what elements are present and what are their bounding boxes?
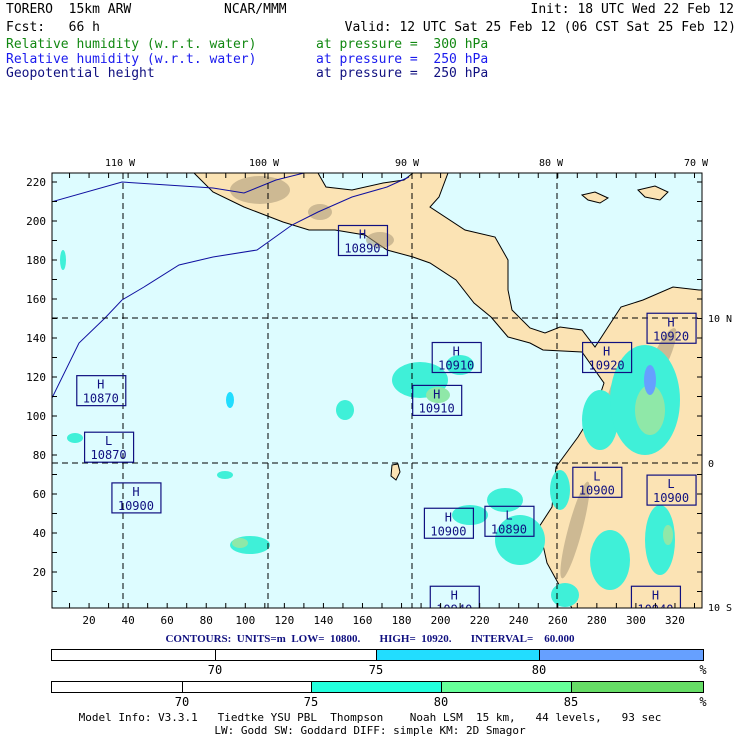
model-info-physics: LW: Godd SW: Goddard DIFF: simple KM: 2D… bbox=[214, 724, 526, 737]
map-plot: H10890H10910H10910H10870L10870H10900H109… bbox=[26, 158, 732, 627]
humidity-area bbox=[226, 392, 234, 408]
x-tick-label: 40 bbox=[121, 614, 134, 627]
center-type: H bbox=[451, 588, 458, 602]
colorbar-segment bbox=[51, 649, 216, 661]
colorbar-tick: 70 bbox=[174, 695, 190, 709]
humidity-area bbox=[644, 365, 656, 395]
x-tick-label: 320 bbox=[665, 614, 685, 627]
x-tick-label: 120 bbox=[274, 614, 294, 627]
x-tick-label: 260 bbox=[548, 614, 568, 627]
humidity-area bbox=[67, 433, 83, 443]
colorbar-tick: 75 bbox=[368, 663, 384, 677]
center-value: 10890 bbox=[491, 522, 527, 536]
longitude-label: 100 W bbox=[249, 158, 280, 169]
center-type: H bbox=[453, 345, 460, 359]
colorbar-tick: 70 bbox=[207, 663, 223, 677]
y-tick-label: 160 bbox=[26, 293, 46, 306]
latitude-label: 10 S bbox=[708, 603, 732, 614]
colorbar-segment bbox=[441, 681, 572, 693]
center-type: H bbox=[603, 345, 610, 359]
center-type: L bbox=[593, 469, 600, 483]
humidity-area bbox=[590, 530, 630, 590]
center-value: 10910 bbox=[438, 359, 474, 373]
center-type: H bbox=[97, 378, 104, 392]
y-tick-label: 40 bbox=[33, 527, 46, 540]
center-type: H bbox=[652, 588, 659, 602]
x-tick-label: 80 bbox=[200, 614, 213, 627]
y-tick-label: 200 bbox=[26, 215, 46, 228]
y-tick-label: 20 bbox=[33, 566, 46, 579]
latitude-label: 0 bbox=[708, 459, 714, 470]
center-value: 10920 bbox=[653, 329, 689, 343]
colorbar-segment bbox=[51, 681, 183, 693]
model-info: Model Info: V3.3.1 Tiedtke YSU PBL Thomp… bbox=[78, 711, 662, 724]
center-type: H bbox=[445, 510, 452, 524]
center-value: 10900 bbox=[653, 491, 689, 505]
weather-map-page: TORERO 15km ARW NCAR/MMM Init: 18 UTC We… bbox=[0, 0, 740, 740]
center-type: L bbox=[667, 477, 674, 491]
x-tick-label: 160 bbox=[353, 614, 373, 627]
longitude-label: 70 W bbox=[684, 158, 709, 169]
center-value: 10920 bbox=[589, 359, 625, 373]
colorbar-tick: 80 bbox=[433, 695, 449, 709]
humidity-area bbox=[663, 525, 673, 545]
y-tick-label: 220 bbox=[26, 176, 46, 189]
humidity-area bbox=[336, 400, 354, 420]
center-type: L bbox=[105, 434, 112, 448]
center-value: 10890 bbox=[344, 242, 380, 256]
colorbar-segment bbox=[539, 649, 704, 661]
humidity-area bbox=[60, 250, 66, 270]
y-tick-label: 140 bbox=[26, 332, 46, 345]
latitude-label: 10 N bbox=[708, 314, 732, 325]
center-value: 10900 bbox=[579, 483, 615, 497]
x-tick-label: 280 bbox=[587, 614, 607, 627]
x-tick-label: 180 bbox=[392, 614, 412, 627]
center-type: H bbox=[132, 485, 139, 499]
center-value: 10910 bbox=[419, 401, 455, 415]
center-type: H bbox=[667, 315, 674, 329]
colorbar-segment bbox=[215, 649, 377, 661]
colorbar-segment bbox=[311, 681, 442, 693]
colorbar-segment bbox=[376, 649, 540, 661]
humidity-area bbox=[232, 538, 248, 548]
y-tick-label: 180 bbox=[26, 254, 46, 267]
longitude-label: 90 W bbox=[395, 158, 420, 169]
colorbar-segment bbox=[182, 681, 312, 693]
center-type: H bbox=[359, 228, 366, 242]
colorbar-segment bbox=[571, 681, 704, 693]
longitude-label: 110 W bbox=[105, 158, 136, 169]
y-tick-label: 60 bbox=[33, 488, 46, 501]
colorbar-tick: 75 bbox=[303, 695, 319, 709]
y-tick-label: 80 bbox=[33, 449, 46, 462]
x-tick-label: 60 bbox=[161, 614, 174, 627]
center-value: 10900 bbox=[118, 499, 154, 513]
center-value: 10900 bbox=[430, 524, 466, 538]
colorbar-tick: 85 bbox=[563, 695, 579, 709]
center-type: H bbox=[433, 387, 440, 401]
colorbar-unit: % bbox=[699, 695, 707, 709]
colorbar-unit: % bbox=[699, 663, 707, 677]
humidity-area bbox=[551, 583, 579, 607]
y-tick-label: 120 bbox=[26, 371, 46, 384]
humidity-area bbox=[550, 470, 570, 510]
center-type: L bbox=[505, 508, 512, 522]
center-value: 10870 bbox=[83, 392, 119, 406]
colorbar-tick: 80 bbox=[531, 663, 547, 677]
x-tick-label: 100 bbox=[235, 614, 255, 627]
humidity-area bbox=[217, 471, 233, 479]
x-tick-label: 240 bbox=[509, 614, 529, 627]
center-value: 10870 bbox=[91, 448, 127, 462]
x-tick-label: 300 bbox=[626, 614, 646, 627]
x-tick-label: 220 bbox=[470, 614, 490, 627]
x-tick-label: 200 bbox=[431, 614, 451, 627]
contour-info: CONTOURS: UNITS=m LOW= 10800. HIGH= 1092… bbox=[165, 633, 575, 645]
x-tick-label: 20 bbox=[82, 614, 95, 627]
x-tick-label: 140 bbox=[313, 614, 333, 627]
y-tick-label: 100 bbox=[26, 410, 46, 423]
longitude-label: 80 W bbox=[539, 158, 564, 169]
